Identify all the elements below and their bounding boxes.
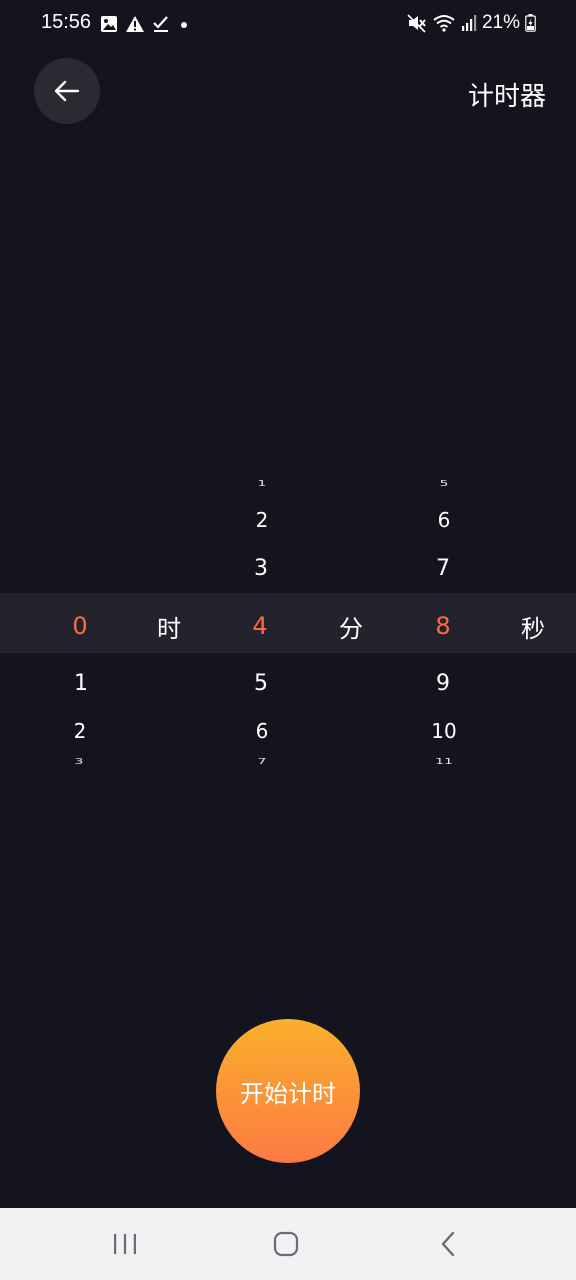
- seconds-unit-label: 秒: [521, 615, 545, 643]
- check-icon: [153, 16, 168, 32]
- image-icon: [101, 16, 117, 32]
- system-navigation-bar: [0, 1208, 576, 1280]
- battery-charging-icon: [525, 14, 536, 32]
- wifi-icon: [433, 15, 455, 32]
- back-nav-icon: [441, 1231, 455, 1257]
- status-time: 15:56: [41, 11, 92, 33]
- timer-screen: 15:56 21% 计时器 0 1 2 3 时 1 2 3 4 5 6 7 分 …: [0, 0, 576, 1280]
- minutes-option[interactable]: 1: [258, 480, 267, 489]
- minutes-option[interactable]: 5: [254, 671, 268, 696]
- arrow-left-icon: [54, 80, 80, 102]
- minutes-selected-value[interactable]: 4: [252, 612, 267, 640]
- minutes-unit-label: 分: [339, 615, 363, 643]
- seconds-option[interactable]: 10: [431, 719, 456, 743]
- back-button[interactable]: [34, 58, 100, 124]
- back-nav-button[interactable]: [400, 1208, 496, 1280]
- seconds-option[interactable]: 9: [436, 671, 450, 696]
- hours-unit-label: 时: [157, 615, 181, 643]
- start-timer-button[interactable]: 开始计时: [216, 1019, 360, 1163]
- minutes-option[interactable]: 7: [258, 758, 267, 767]
- minutes-option[interactable]: 2: [256, 508, 269, 532]
- status-system-icons: 21%: [407, 11, 536, 35]
- status-bar: 15:56 21%: [0, 0, 576, 48]
- page-title: 计时器: [467, 82, 546, 112]
- minutes-option[interactable]: 6: [256, 719, 269, 743]
- seconds-option[interactable]: 11: [435, 758, 453, 767]
- hours-option[interactable]: 3: [75, 758, 84, 767]
- seconds-selected-value[interactable]: 8: [435, 612, 450, 640]
- warning-icon: [126, 16, 144, 32]
- seconds-option[interactable]: 7: [436, 556, 450, 581]
- recent-apps-icon: [114, 1234, 136, 1254]
- seconds-option[interactable]: 5: [440, 480, 449, 489]
- battery-percent: 21%: [481, 12, 520, 33]
- minutes-option[interactable]: 3: [254, 556, 268, 581]
- home-icon: [273, 1231, 299, 1257]
- dot-icon: [181, 22, 187, 28]
- recent-apps-button[interactable]: [77, 1208, 173, 1280]
- seconds-option[interactable]: 6: [438, 508, 451, 532]
- signal-icon: [461, 15, 477, 31]
- hours-selected-value[interactable]: 0: [72, 612, 87, 640]
- home-button[interactable]: [238, 1208, 334, 1280]
- status-notification-icons: [100, 14, 191, 34]
- hours-option[interactable]: 2: [74, 719, 87, 743]
- hours-option[interactable]: 1: [74, 671, 88, 696]
- mute-icon: [407, 14, 426, 33]
